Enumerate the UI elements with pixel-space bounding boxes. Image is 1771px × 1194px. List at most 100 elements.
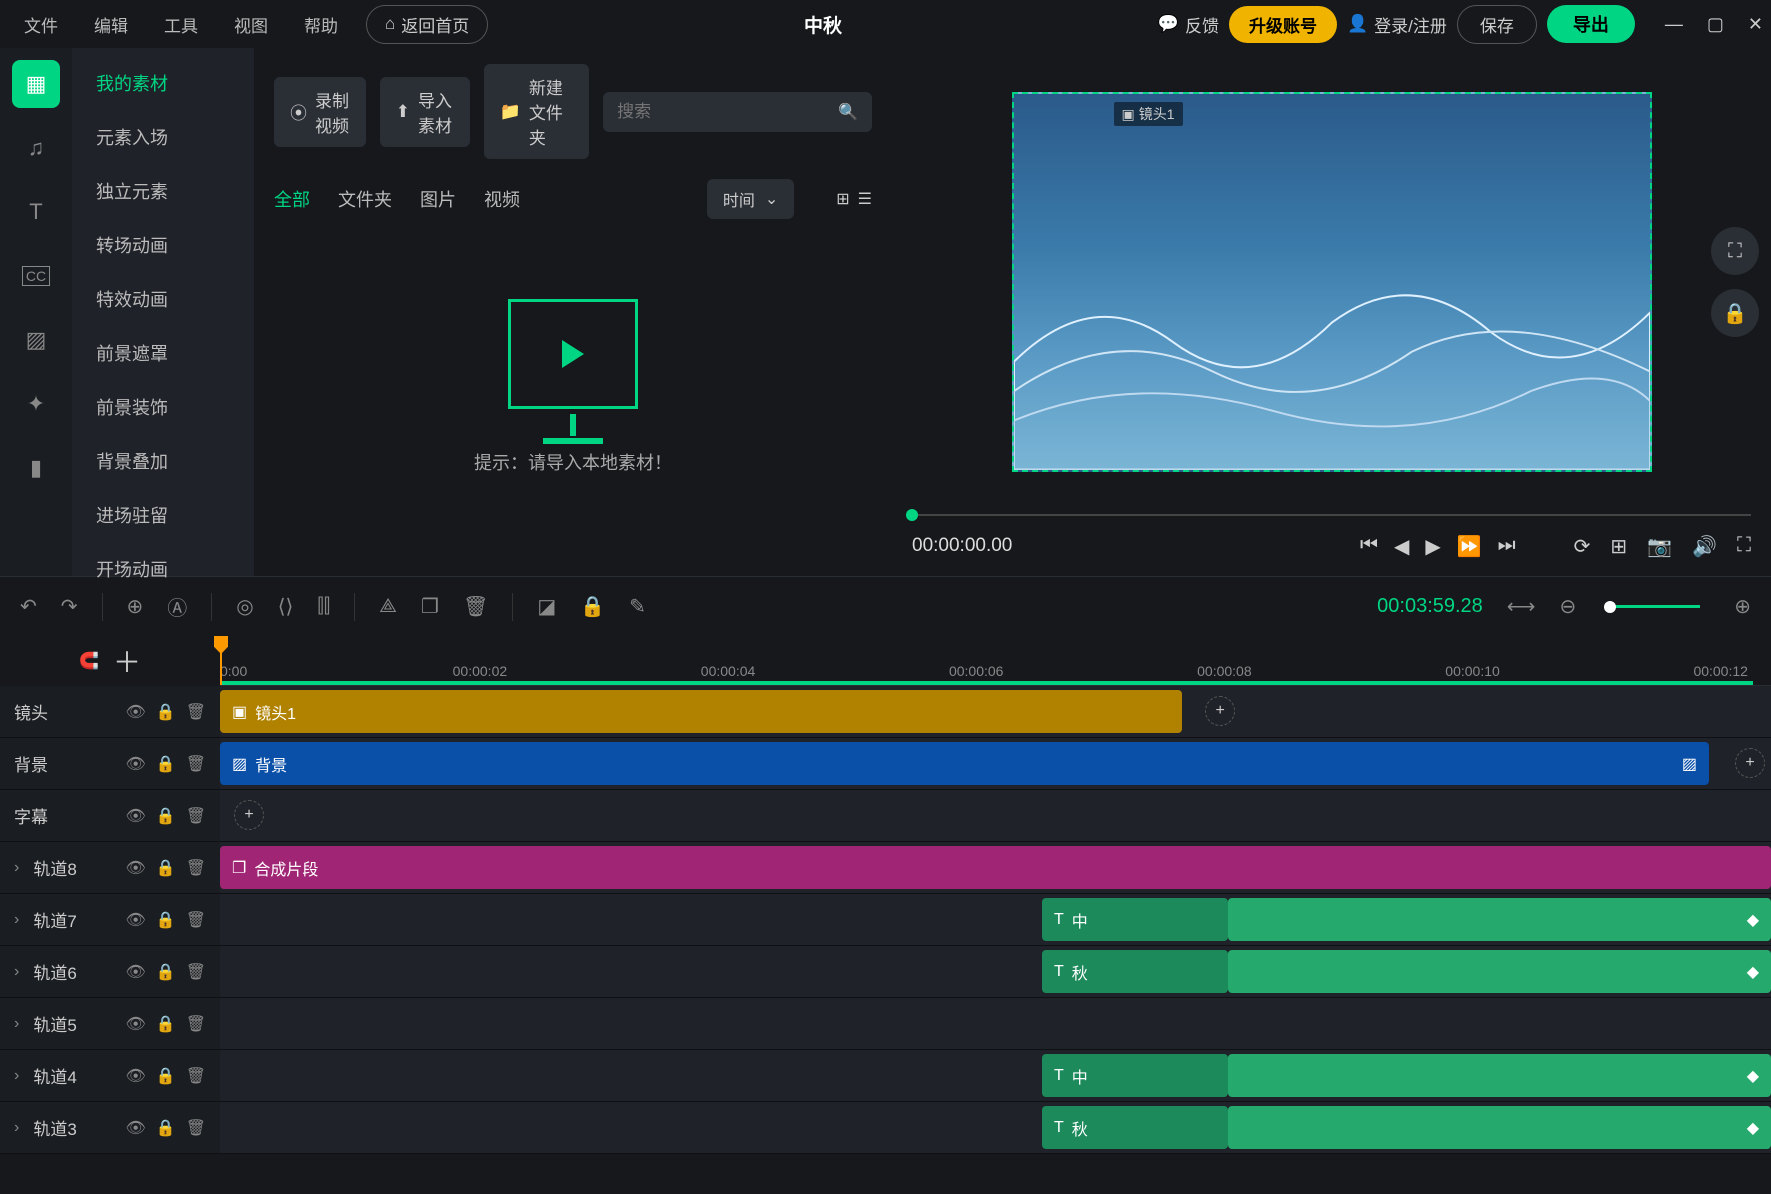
zoom-in-button[interactable]: ⊕ — [1734, 594, 1751, 619]
lock-icon[interactable]: 🔒 — [156, 1066, 176, 1086]
mask-button[interactable]: ◪ — [537, 594, 556, 619]
cat-stay[interactable]: 进场驻留 — [72, 488, 254, 542]
add-marker-button[interactable]: ⊕ — [127, 594, 144, 619]
copy-button[interactable]: ❐ — [421, 594, 439, 619]
magnet-icon[interactable]: 🧲 — [79, 651, 99, 671]
cat-decoration[interactable]: 前景装饰 — [72, 380, 254, 434]
cat-overlay[interactable]: 背景叠加 — [72, 434, 254, 488]
rail-pattern[interactable]: ▨ — [12, 316, 60, 364]
zoom-slider[interactable] — [1610, 605, 1700, 608]
eye-icon[interactable]: 👁 — [125, 1066, 145, 1086]
chevron-right-icon[interactable]: › — [14, 1119, 19, 1137]
redo-button[interactable]: ↷ — [61, 594, 78, 619]
filter-video[interactable]: 视频 — [484, 186, 520, 212]
clip-extension[interactable]: ◆ — [1228, 950, 1771, 993]
prev-clip-button[interactable]: ⏮ — [1360, 534, 1378, 559]
play-button[interactable]: ▶ — [1425, 534, 1440, 559]
cat-transition[interactable]: 转场动画 — [72, 218, 254, 272]
rail-text[interactable]: T — [12, 188, 60, 236]
trash-icon[interactable]: 🗑 — [186, 702, 206, 722]
chevron-right-icon[interactable]: › — [14, 1067, 19, 1085]
search-box[interactable]: 🔍 — [603, 92, 872, 132]
code-button[interactable]: ⟨⟩ — [278, 594, 294, 619]
add-clip-button[interactable]: + — [1205, 696, 1235, 726]
track-body[interactable]: T 秋 ◆ — [220, 1102, 1771, 1153]
import-button[interactable]: ⬆ 导入素材 — [380, 77, 470, 147]
chevron-right-icon[interactable]: › — [14, 963, 19, 981]
loop-button[interactable]: ⟳ — [1574, 534, 1591, 559]
preview-scrubber[interactable] — [912, 514, 1751, 516]
safe-zone-button[interactable]: ⛶ — [1711, 227, 1759, 275]
eye-icon[interactable]: 👁 — [125, 1014, 145, 1034]
track-body[interactable] — [220, 998, 1771, 1049]
clip-extension[interactable]: ◆ — [1228, 1054, 1771, 1097]
sort-dropdown[interactable]: 时间 ⌄ — [707, 179, 794, 219]
clip-text[interactable]: T 秋 — [1042, 950, 1228, 993]
split-button[interactable]: ⫿⫿ — [317, 595, 330, 618]
upgrade-button[interactable]: 升级账号 — [1229, 6, 1337, 43]
add-clip-button[interactable]: + — [234, 800, 264, 830]
rail-folder[interactable]: ▮ — [12, 444, 60, 492]
filter-image[interactable]: 图片 — [420, 186, 456, 212]
cat-entrance[interactable]: 元素入场 — [72, 110, 254, 164]
track-body[interactable]: T 中 ◆ — [220, 1050, 1771, 1101]
grid-view-button[interactable]: ⊞ — [836, 189, 849, 209]
lock-icon[interactable]: 🔒 — [156, 702, 176, 722]
lock-icon[interactable]: 🔒 — [156, 1014, 176, 1034]
ruler[interactable]: 0:00 00:00:02 00:00:04 00:00:06 00:00:08… — [220, 636, 1771, 686]
filter-all[interactable]: 全部 — [274, 186, 310, 212]
trash-icon[interactable]: 🗑 — [186, 754, 206, 774]
rail-plugin[interactable]: ✦ — [12, 380, 60, 428]
cat-element[interactable]: 独立元素 — [72, 164, 254, 218]
track-body[interactable]: ❐ 合成片段 — [220, 842, 1771, 893]
menu-file[interactable]: 文件 — [8, 6, 74, 43]
fullscreen-button[interactable]: ⛶ — [1737, 534, 1751, 559]
grid-button[interactable]: ⊞ — [1610, 534, 1627, 559]
lock-icon[interactable]: 🔒 — [156, 754, 176, 774]
next-frame-button[interactable]: ⏩ — [1457, 534, 1482, 559]
chevron-right-icon[interactable]: › — [14, 859, 19, 877]
new-folder-button[interactable]: 📁 新建文件夹 — [484, 64, 589, 159]
lock-icon[interactable]: 🔒 — [156, 910, 176, 930]
login-button[interactable]: 👤 登录/注册 — [1347, 12, 1447, 37]
clip-extension[interactable]: ◆ — [1228, 1106, 1771, 1149]
snapshot-button[interactable]: 📷 — [1647, 534, 1672, 559]
close-button[interactable]: ✕ — [1748, 14, 1763, 35]
trash-icon[interactable]: 🗑 — [186, 910, 206, 930]
trash-icon[interactable]: 🗑 — [186, 858, 206, 878]
filter-folder[interactable]: 文件夹 — [338, 186, 392, 212]
next-clip-button[interactable]: ⏭ — [1498, 534, 1516, 559]
menu-view[interactable]: 视图 — [218, 6, 284, 43]
track-body[interactable]: T 中 ◆ — [220, 894, 1771, 945]
undo-button[interactable]: ↶ — [20, 594, 37, 619]
delete-button[interactable]: 🗑 — [463, 594, 488, 619]
lock-icon[interactable]: 🔒 — [156, 806, 176, 826]
target-button[interactable]: ◎ — [236, 594, 253, 619]
eye-icon[interactable]: 👁 — [125, 754, 145, 774]
save-button[interactable]: 保存 — [1457, 5, 1537, 44]
eye-icon[interactable]: 👁 — [125, 1118, 145, 1138]
rail-media[interactable]: ▦ — [12, 60, 60, 108]
menu-tools[interactable]: 工具 — [148, 6, 214, 43]
lock-icon[interactable]: 🔒 — [156, 1118, 176, 1138]
menu-edit[interactable]: 编辑 — [78, 6, 144, 43]
clip-bg[interactable]: ▨ 背景 ▨ — [220, 742, 1709, 785]
minimize-button[interactable]: — — [1665, 14, 1683, 35]
trash-icon[interactable]: 🗑 — [186, 1014, 206, 1034]
trash-icon[interactable]: 🗑 — [186, 806, 206, 826]
clip-composite[interactable]: ❐ 合成片段 — [220, 846, 1771, 889]
export-button[interactable]: 导出 — [1547, 5, 1635, 43]
clip-text[interactable]: T 秋 — [1042, 1106, 1228, 1149]
scrubber-handle[interactable] — [906, 509, 918, 521]
edit-button[interactable]: ✎ — [629, 594, 646, 619]
fit-button[interactable]: ⟷ — [1507, 594, 1536, 619]
track-body[interactable]: ▣ 镜头1 + — [220, 686, 1771, 737]
record-button[interactable]: ⦿ 录制视频 — [274, 77, 366, 147]
track-body[interactable]: ▨ 背景 ▨ + — [220, 738, 1771, 789]
zoom-out-button[interactable]: ⊖ — [1559, 594, 1576, 619]
track-body[interactable]: T 秋 ◆ — [220, 946, 1771, 997]
menu-help[interactable]: 帮助 — [288, 6, 354, 43]
track-body[interactable]: + — [220, 790, 1771, 841]
cat-mask[interactable]: 前景遮罩 — [72, 326, 254, 380]
clip-text[interactable]: T 中 — [1042, 1054, 1228, 1097]
